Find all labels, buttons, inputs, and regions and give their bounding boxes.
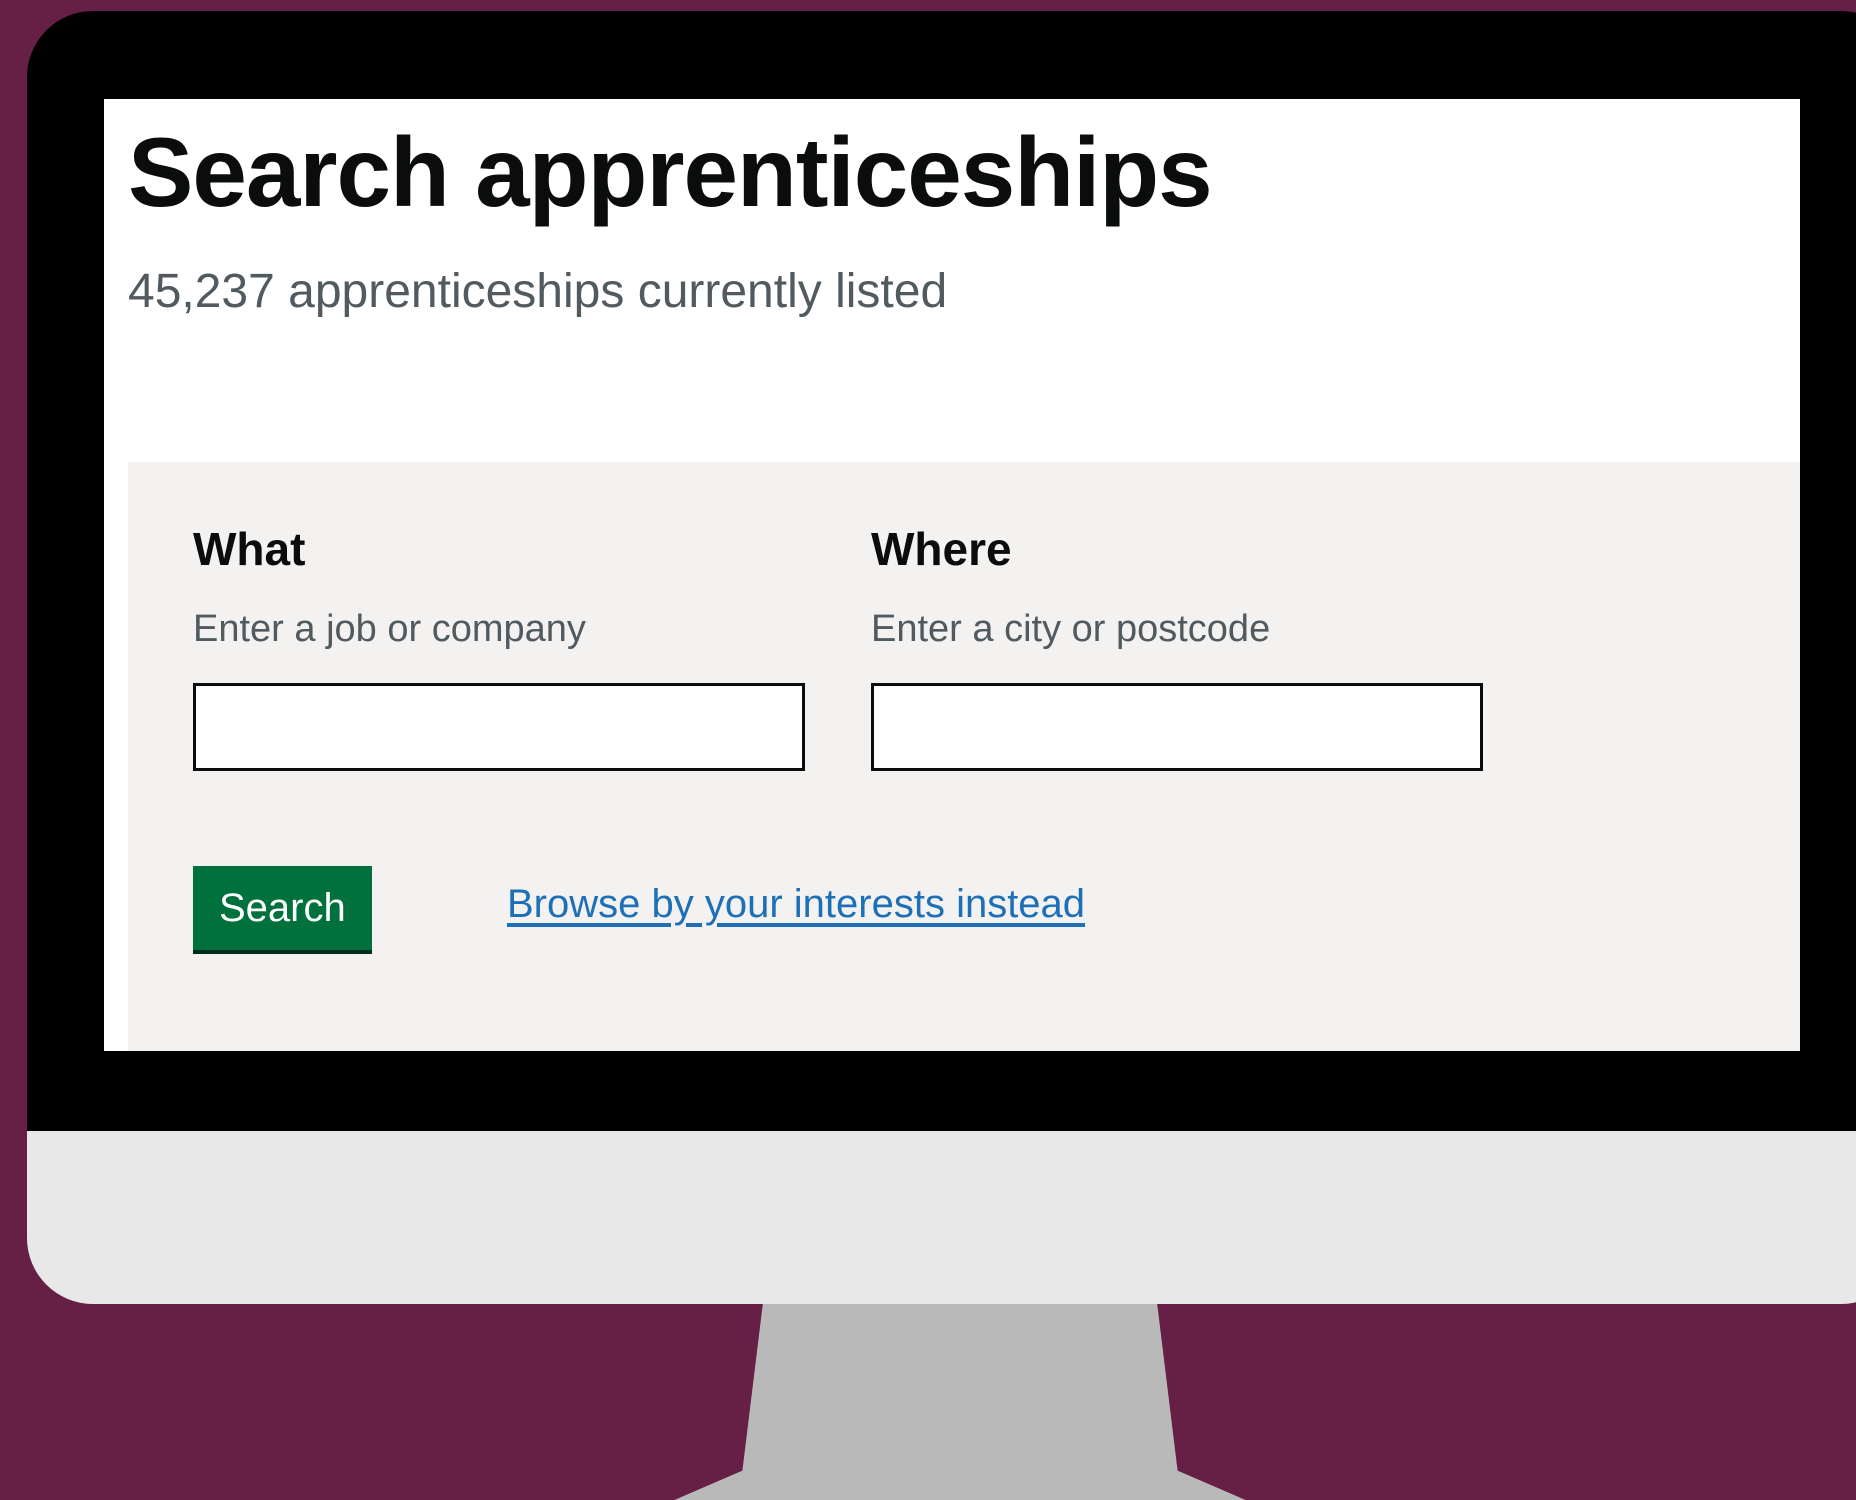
where-field-group: Where Enter a city or postcode [871,522,1483,771]
apprenticeship-count: 45,237 apprenticeships currently listed [128,265,948,318]
what-label: What [193,523,306,575]
where-input[interactable] [871,682,1483,771]
monitor-chin [27,1131,1856,1304]
search-button[interactable]: Search [193,866,372,950]
where-hint: Enter a city or postcode [871,608,1271,651]
what-input[interactable] [193,682,805,771]
what-hint: Enter a job or company [193,608,586,651]
where-label: Where [871,523,1012,575]
monitor-screen: Search apprenticeships 45,237 apprentice… [104,99,1800,1051]
page-title: Search apprenticeships [128,117,1213,227]
search-panel: What Enter a job or company Where Enter … [128,462,1800,1051]
monitor-stand [674,1304,1246,1500]
what-field-group: What Enter a job or company [193,522,805,771]
browse-interests-link[interactable]: Browse by your interests instead [507,880,1085,928]
